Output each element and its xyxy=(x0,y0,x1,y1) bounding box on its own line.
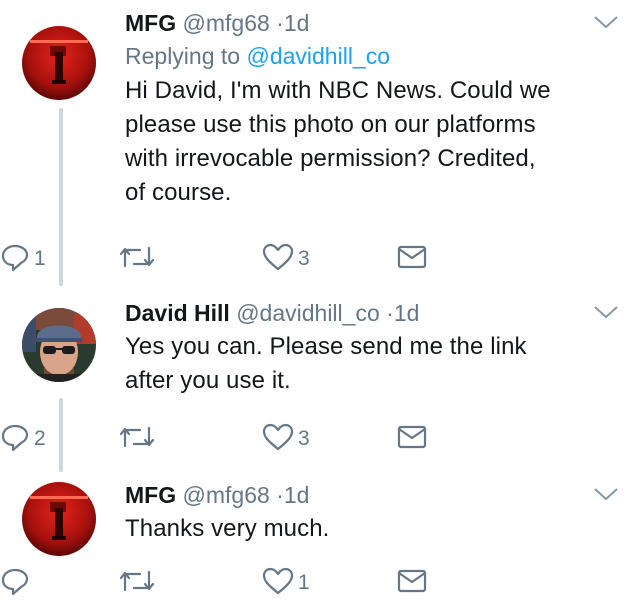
tweet[interactable]: MFG @mfg68 ·1d Replying to @davidhill_co… xyxy=(0,0,640,290)
chevron-down-icon[interactable] xyxy=(592,484,620,504)
chevron-down-icon[interactable] xyxy=(592,12,620,32)
envelope-icon xyxy=(397,424,427,455)
separator-dot: · xyxy=(276,10,284,36)
retweet-icon xyxy=(118,566,156,601)
tweet[interactable]: MFG @mfg68 ·1d Thanks very much. 1 xyxy=(0,472,640,614)
like-count: 3 xyxy=(298,247,310,270)
reply-icon xyxy=(0,242,30,277)
reply-button[interactable]: 1 xyxy=(0,242,46,276)
tweet-text-line: please use this photo on our platforms xyxy=(125,111,536,138)
retweet-button[interactable] xyxy=(118,242,156,276)
like-count: 3 xyxy=(298,427,310,450)
envelope-icon xyxy=(397,244,427,275)
tweet-text-line: with irrevocable permission? Credited, xyxy=(125,145,536,172)
direct-message-button[interactable] xyxy=(397,242,427,276)
separator-dot: · xyxy=(276,482,284,508)
tweet-text-line: Hi David, I'm with NBC News. Could we xyxy=(125,77,551,104)
avatar[interactable] xyxy=(22,308,96,382)
timestamp[interactable]: 1d xyxy=(284,10,310,36)
heart-icon xyxy=(262,242,294,277)
reply-button[interactable] xyxy=(0,566,34,600)
display-name[interactable]: MFG xyxy=(125,482,176,508)
reply-icon xyxy=(0,422,30,457)
tweet-actions: 1 xyxy=(0,566,440,600)
retweet-icon xyxy=(118,242,156,277)
tweet-header: MFG @mfg68 ·1d xyxy=(125,480,620,510)
heart-icon xyxy=(262,422,294,457)
tweet-actions: 1 3 xyxy=(0,242,440,276)
display-name[interactable]: David Hill xyxy=(125,300,230,326)
replying-prefix: Replying to xyxy=(125,43,241,69)
retweet-icon xyxy=(118,422,156,457)
tweet-header: MFG @mfg68 ·1d xyxy=(125,8,620,38)
handle[interactable]: @mfg68 xyxy=(183,482,270,508)
tweet-header: David Hill @davidhill_co ·1d xyxy=(125,298,620,328)
reply-count: 1 xyxy=(34,247,46,270)
handle[interactable]: @mfg68 xyxy=(183,10,270,36)
handle[interactable]: @davidhill_co xyxy=(236,300,380,326)
envelope-icon xyxy=(397,568,427,599)
reply-count: 2 xyxy=(34,427,46,450)
avatar[interactable] xyxy=(22,26,96,100)
reply-icon xyxy=(0,566,30,601)
chevron-down-icon[interactable] xyxy=(592,302,620,322)
direct-message-button[interactable] xyxy=(397,566,427,600)
like-button[interactable]: 3 xyxy=(262,242,310,276)
tweet-text: Hi David, I'm with NBC News. Could we pl… xyxy=(125,74,620,210)
timestamp[interactable]: 1d xyxy=(394,300,420,326)
replying-handle-link[interactable]: @davidhill_co xyxy=(246,43,390,69)
separator-dot: · xyxy=(386,300,394,326)
timestamp[interactable]: 1d xyxy=(284,482,310,508)
tweet-text: Yes you can. Please send me the link aft… xyxy=(125,330,620,398)
like-button[interactable]: 3 xyxy=(262,422,310,456)
tweet-actions: 2 3 xyxy=(0,422,440,456)
display-name[interactable]: MFG xyxy=(125,10,176,36)
tweet-text-line: of course. xyxy=(125,179,232,206)
retweet-button[interactable] xyxy=(118,566,156,600)
reply-button[interactable]: 2 xyxy=(0,422,46,456)
like-count: 1 xyxy=(298,571,310,594)
avatar[interactable] xyxy=(22,482,96,556)
heart-icon xyxy=(262,566,294,601)
tweet-text: Thanks very much. xyxy=(125,512,620,546)
tweet-text-line: Thanks very much. xyxy=(125,515,330,542)
tweet-text-line: after you use it. xyxy=(125,367,291,394)
tweet-text-line: Yes you can. Please send me the link xyxy=(125,333,527,360)
direct-message-button[interactable] xyxy=(397,422,427,456)
like-button[interactable]: 1 xyxy=(262,566,310,600)
replying-to: Replying to @davidhill_co xyxy=(125,40,620,72)
tweet[interactable]: David Hill @davidhill_co ·1d Yes you can… xyxy=(0,290,640,472)
retweet-button[interactable] xyxy=(118,422,156,456)
